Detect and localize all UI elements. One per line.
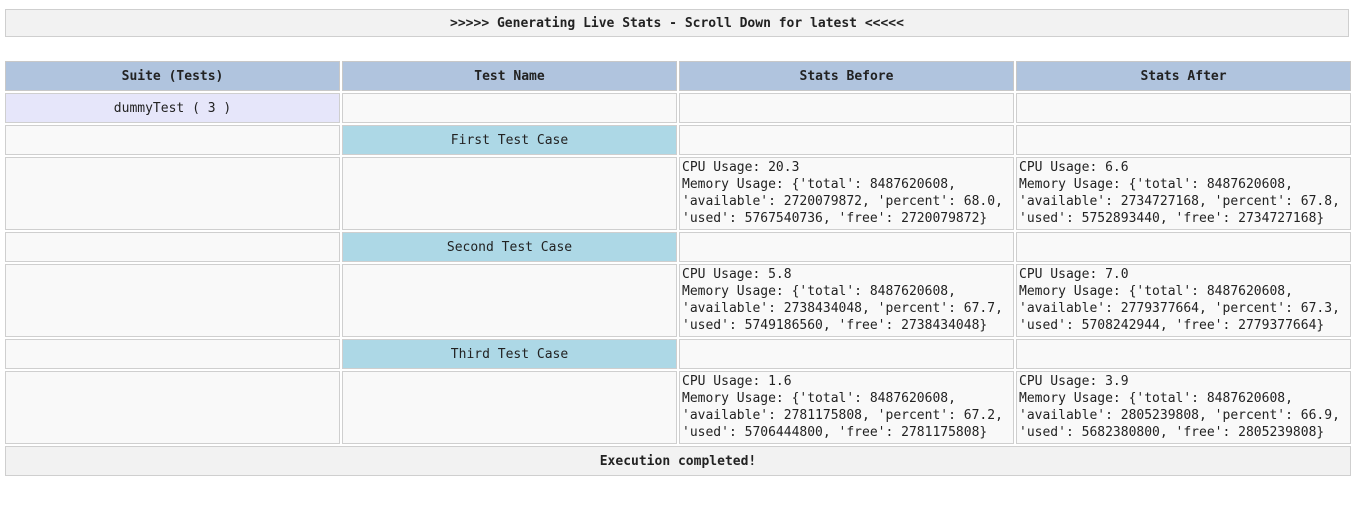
stats-before-cell: CPU Usage: 1.6 Memory Usage: {'total': 8… bbox=[679, 371, 1014, 444]
empty-cell bbox=[5, 264, 340, 337]
test-name-row: Second Test Case bbox=[5, 232, 1351, 262]
footer-row: Execution completed! bbox=[5, 446, 1351, 476]
header-test-name: Test Name bbox=[342, 61, 677, 91]
stats-before-cell: CPU Usage: 20.3 Memory Usage: {'total': … bbox=[679, 157, 1014, 230]
stats-after-cell: CPU Usage: 6.6 Memory Usage: {'total': 8… bbox=[1016, 157, 1351, 230]
empty-cell bbox=[679, 93, 1014, 123]
suite-row: dummyTest ( 3 ) bbox=[5, 93, 1351, 123]
stats-after-cell: CPU Usage: 7.0 Memory Usage: {'total': 8… bbox=[1016, 264, 1351, 337]
empty-cell bbox=[5, 339, 340, 369]
empty-cell bbox=[342, 371, 677, 444]
empty-cell bbox=[679, 125, 1014, 155]
test-name-cell: First Test Case bbox=[342, 125, 677, 155]
banner-text: >>>>> Generating Live Stats - Scroll Dow… bbox=[450, 15, 904, 31]
test-name-cell: Second Test Case bbox=[342, 232, 677, 262]
live-stats-banner: >>>>> Generating Live Stats - Scroll Dow… bbox=[5, 9, 1349, 37]
empty-cell bbox=[5, 232, 340, 262]
empty-cell bbox=[1016, 339, 1351, 369]
empty-cell bbox=[342, 157, 677, 230]
empty-cell bbox=[1016, 125, 1351, 155]
test-stats-row: CPU Usage: 5.8 Memory Usage: {'total': 8… bbox=[5, 264, 1351, 337]
empty-cell bbox=[342, 93, 677, 123]
empty-cell bbox=[5, 157, 340, 230]
empty-cell bbox=[342, 264, 677, 337]
test-stats-row: CPU Usage: 20.3 Memory Usage: {'total': … bbox=[5, 157, 1351, 230]
empty-cell bbox=[679, 232, 1014, 262]
stats-after-cell: CPU Usage: 3.9 Memory Usage: {'total': 8… bbox=[1016, 371, 1351, 444]
header-stats-before: Stats Before bbox=[679, 61, 1014, 91]
test-stats-row: CPU Usage: 1.6 Memory Usage: {'total': 8… bbox=[5, 371, 1351, 444]
test-name-cell: Third Test Case bbox=[342, 339, 677, 369]
header-row: Suite (Tests) Test Name Stats Before Sta… bbox=[5, 61, 1351, 91]
stats-before-cell: CPU Usage: 5.8 Memory Usage: {'total': 8… bbox=[679, 264, 1014, 337]
empty-cell bbox=[1016, 232, 1351, 262]
stats-table: Suite (Tests) Test Name Stats Before Sta… bbox=[3, 59, 1353, 478]
suite-cell: dummyTest ( 3 ) bbox=[5, 93, 340, 123]
header-stats-after: Stats After bbox=[1016, 61, 1351, 91]
header-suite: Suite (Tests) bbox=[5, 61, 340, 91]
empty-cell bbox=[679, 339, 1014, 369]
test-name-row: Third Test Case bbox=[5, 339, 1351, 369]
test-name-row: First Test Case bbox=[5, 125, 1351, 155]
empty-cell bbox=[5, 371, 340, 444]
empty-cell bbox=[1016, 93, 1351, 123]
execution-status: Execution completed! bbox=[5, 446, 1351, 476]
empty-cell bbox=[5, 125, 340, 155]
